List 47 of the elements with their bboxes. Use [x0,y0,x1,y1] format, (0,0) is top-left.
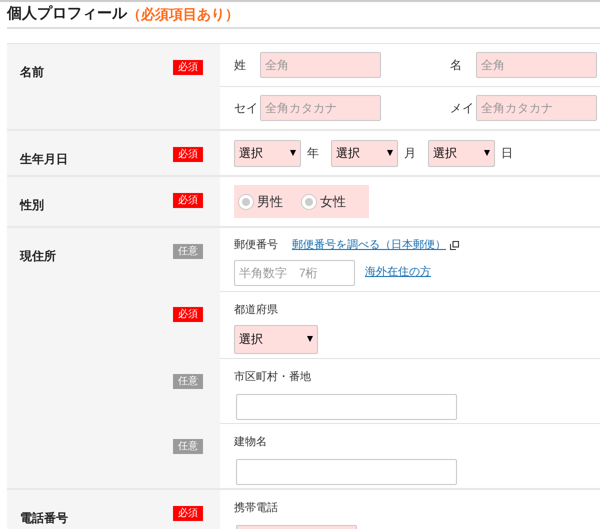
field-badge: 必須 [173,147,203,162]
caret-icon [307,336,313,342]
page-title: 個人プロフィール [7,4,127,24]
field-label: セイ [234,100,259,117]
caret-icon [290,150,296,156]
date-unit: 日 [501,145,513,162]
section-label: 生年月日 [20,152,68,166]
field-badge: 必須 [173,307,203,322]
select-dropdown[interactable]: 選択 [234,324,318,354]
field-badge: 任意 [173,439,203,454]
field-title: 携帯電話 [234,500,279,516]
text-input[interactable] [236,394,457,420]
text-input[interactable]: 全角 [260,52,381,78]
field-badge: 任意 [173,244,203,259]
select-dropdown[interactable]: 選択 [234,140,301,166]
field-badge: 必須 [173,506,203,521]
postal-lookup-link[interactable]: 郵便番号を調べる（日本郵便） [292,237,446,254]
field-label: 姓 [234,57,247,74]
section-label: 現住所 [20,249,56,263]
field-title: 建物名 [234,435,268,450]
section-label: 性別 [20,198,44,212]
postal-code-input[interactable]: 半角数字 7桁 [234,260,355,286]
field-label: 名 [450,57,463,74]
text-input[interactable] [236,458,457,484]
text-input[interactable]: 全角 [476,52,597,78]
required-note: （必須項目あり） [127,5,239,24]
field-title: 郵便番号 [234,238,278,253]
radio-option[interactable]: 女性 [301,192,346,212]
field-badge: 必須 [173,60,203,75]
select-dropdown[interactable]: 選択 [331,140,398,166]
section-label: 電話番号 [20,511,68,525]
date-unit: 年 [307,145,319,162]
caret-icon [484,150,490,156]
radio-option[interactable]: 男性 [238,192,283,212]
external-link-icon [450,240,459,250]
section-label: 名前 [20,65,44,79]
date-unit: 月 [404,145,416,162]
overseas-link[interactable]: 海外在住の方 [365,264,431,281]
text-input[interactable]: 全角カタカナ [260,95,381,121]
caret-icon [387,150,393,156]
field-title: 市区町村・番地 [234,370,312,385]
field-badge: 必須 [173,193,203,208]
field-label: メイ [450,100,475,117]
field-badge: 任意 [173,374,203,389]
select-dropdown[interactable]: 選択 [428,140,495,166]
field-title: 都道府県 [234,302,279,318]
text-input[interactable]: 全角カタカナ [476,95,597,121]
